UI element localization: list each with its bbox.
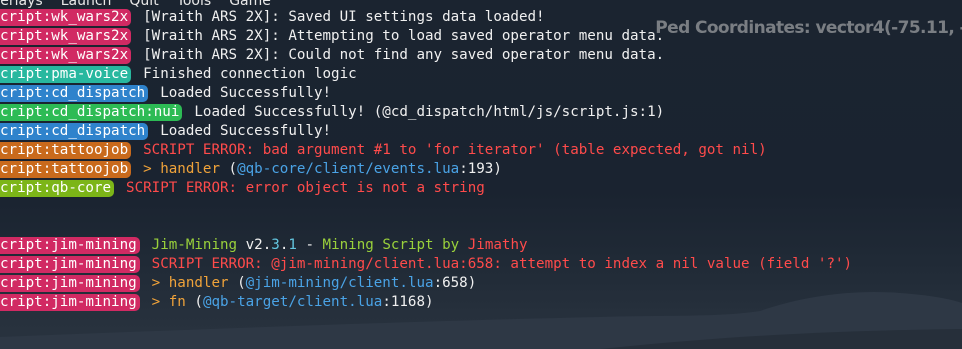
log-text: Mining Script by [322,237,468,253]
log-line: cript:jim-mining > fn (@qb-target/client.… [0,293,962,312]
log-line: cript:cd_dispatch Loaded Successfully! [0,122,962,141]
log-text: [Wraith ARS 2X]: Could not find any save… [143,47,665,63]
log-line: cript:jim-mining Jim-Mining v2. 3. 1 - Mini… [0,236,962,255]
log-line: cript:jim-mining > handler (@jim-mining/c… [0,274,962,293]
log-text: SCRIPT ERROR: error object is not a stri… [126,180,485,196]
log-spacer [0,198,962,236]
log-text: Jim-Mining [151,237,246,253]
log-text: Loaded Successfully! [160,85,332,101]
log-line: cript:wk_wars2x [Wraith ARS 2X]: Could no… [0,46,962,65]
log-text: v2. [245,237,272,253]
log-line: cript:jim-mining SCRIPT ERROR: @jim-minin… [0,255,962,274]
resource-tag: cript:jim-mining [0,237,140,254]
resource-tag: cript:jim-mining [0,294,140,311]
log-text: SCRIPT ERROR: @jim-mining/client.lua:658… [151,256,853,272]
log-line: cript:cd_dispatch Loaded Successfully! [0,84,962,103]
log-line: cript:pma-voice Finished connection logic [0,65,962,84]
log-text: ( [237,275,246,291]
log-text: - [296,237,323,253]
log-text: SCRIPT ERROR: bad argument #1 to 'for it… [143,142,767,158]
resource-tag: cript:jim-mining [0,256,140,273]
resource-tag: cript:cd_dispatch:nui [0,104,183,121]
resource-tag: cript:wk_wars2x [0,47,132,64]
log-text: Jimathy [467,237,528,253]
resource-tag: cript:cd_dispatch [0,85,149,102]
resource-tag: cript:tattoojob [0,161,132,178]
resource-tag: cript:qb-core [0,180,115,197]
log-text: @jim-mining/client.lua [245,275,434,291]
log-text: 1 [288,237,297,253]
resource-tag: cript:pma-voice [0,66,132,83]
log-line: cript:tattoojob SCRIPT ERROR: bad argumen… [0,141,962,160]
log-text: Loaded Successfully! [160,123,332,139]
log-line: cript:wk_wars2x [Wraith ARS 2X]: Attempti… [0,27,962,46]
log-text: ( [194,294,203,310]
log-line: cript:wk_wars2x [Wraith ARS 2X]: Saved UI… [0,8,962,27]
log-text: [Wraith ARS 2X]: Saved UI settings data … [143,9,545,25]
log-text: @qb-target/client.lua [202,294,383,310]
log-text: . [279,237,289,253]
log-text: :193) [459,161,502,177]
log-text: Finished connection logic [143,66,357,82]
log-line: cript:qb-core SCRIPT ERROR: error object … [0,179,962,198]
log-text: Loaded Successfully! (@cd_dispatch/html/… [194,104,665,120]
log-text: @qb-core/client/events.lua [237,161,460,177]
log-text: ( [228,161,238,177]
resource-tag: cript:cd_dispatch [0,123,149,140]
console-log: cript:wk_wars2x [Wraith ARS 2X]: Saved UI… [0,8,962,312]
resource-tag: cript:jim-mining [0,275,140,292]
resource-tag: cript:tattoojob [0,142,132,159]
log-text: 3 [271,237,280,253]
log-line: cript:tattoojob > handler (@qb-core/clien… [0,160,962,179]
resource-tag: cript:wk_wars2x [0,9,132,26]
log-text: :1168) [382,294,434,310]
resource-tag: cript:wk_wars2x [0,28,132,45]
log-text: > fn [151,294,195,310]
log-text: :658) [433,275,477,291]
log-text: > handler [143,161,229,177]
log-text: [Wraith ARS 2X]: Attempting to load save… [143,28,665,44]
log-line: cript:cd_dispatch:nui Loaded Successfully… [0,103,962,122]
log-text: > handler [151,275,238,291]
